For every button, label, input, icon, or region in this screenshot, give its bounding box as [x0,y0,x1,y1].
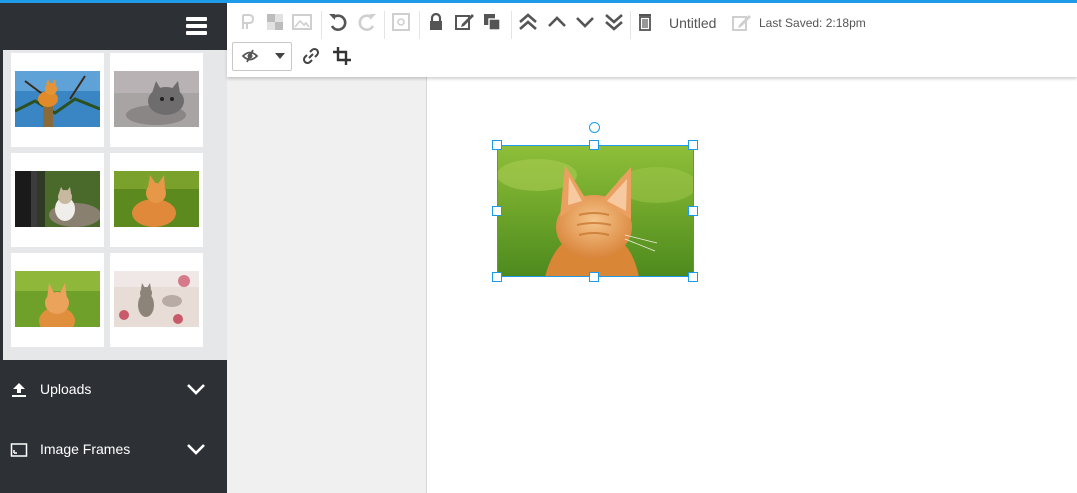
panel-image-frames[interactable]: Image Frames [0,430,227,470]
zoom-fit-icon[interactable] [390,11,412,33]
thumbnail-white-cat-fence[interactable] [11,153,104,247]
separator [419,11,420,39]
orange-kitten-profile-photo [114,171,199,227]
paragraph-icon[interactable] [237,11,259,33]
visibility-dropdown[interactable] [232,42,292,71]
toolbar: Untitled Last Saved: 2:18pm [227,3,1077,77]
duplicate-icon[interactable] [481,11,503,33]
panel-uploads[interactable]: Uploads [0,370,227,410]
undo-icon[interactable] [327,11,349,33]
tabby-kitten-on-blanket-photo [114,271,199,327]
chevron-down-icon[interactable] [186,382,206,396]
rename-icon[interactable] [730,12,752,34]
gray-tabby-kitten-photo [114,71,199,127]
page-edge [426,77,427,493]
resize-handle-bottom[interactable] [589,272,599,282]
caret-down-icon [275,53,285,59]
thumbnail-kitten-on-post[interactable] [11,53,104,147]
send-backward-icon[interactable] [574,11,596,33]
white-cat-by-fence-photo [15,171,100,227]
resize-handle-top[interactable] [589,140,599,150]
orange-kitten-back-photo [497,145,694,277]
sidebar: Uploads Image Frames [0,3,227,493]
canvas-gutter [227,77,426,493]
bring-to-front-icon[interactable] [517,11,539,33]
crop-icon[interactable] [331,45,353,67]
resize-handle-bottom-left[interactable] [492,272,502,282]
separator [384,11,385,39]
image-gallery [3,50,227,360]
separator [321,11,322,39]
transparency-icon[interactable] [264,11,286,33]
sidebar-header [0,3,227,50]
resize-handle-top-left[interactable] [492,140,502,150]
image-icon[interactable] [291,11,313,33]
document-title[interactable]: Untitled [669,15,716,31]
thumbnail-gray-tabby[interactable] [110,53,203,147]
upload-icon [12,383,26,397]
link-icon[interactable] [300,45,322,67]
resize-handle-left[interactable] [492,206,502,216]
visibility-icon [241,49,259,63]
orange-kitten-back-photo [15,271,100,327]
kitten-on-post-photo [15,71,100,127]
last-saved-status: Last Saved: 2:18pm [759,16,866,30]
delete-icon[interactable] [634,11,656,33]
thumbnail-orange-kitten-profile[interactable] [110,153,203,247]
chevron-down-icon[interactable] [186,442,206,456]
lock-icon[interactable] [425,11,447,33]
separator [630,11,631,39]
bring-forward-icon[interactable] [546,11,568,33]
resize-handle-top-right[interactable] [688,140,698,150]
thumbnail-tabby-on-blanket[interactable] [110,253,203,347]
hamburger-menu-icon[interactable] [186,17,207,35]
panel-image-frames-label: Image Frames [40,441,131,457]
resize-handle-right[interactable] [688,206,698,216]
edit-icon[interactable] [453,11,475,33]
redo-icon[interactable] [356,11,378,33]
panel-uploads-label: Uploads [40,381,92,397]
send-to-back-icon[interactable] [603,11,625,33]
thumbnail-orange-kitten-back[interactable] [11,253,104,347]
resize-handle-bottom-right[interactable] [688,272,698,282]
image-frame-icon [10,443,28,457]
rotate-handle[interactable] [589,122,600,133]
selected-image[interactable] [497,145,694,277]
separator [511,11,512,39]
